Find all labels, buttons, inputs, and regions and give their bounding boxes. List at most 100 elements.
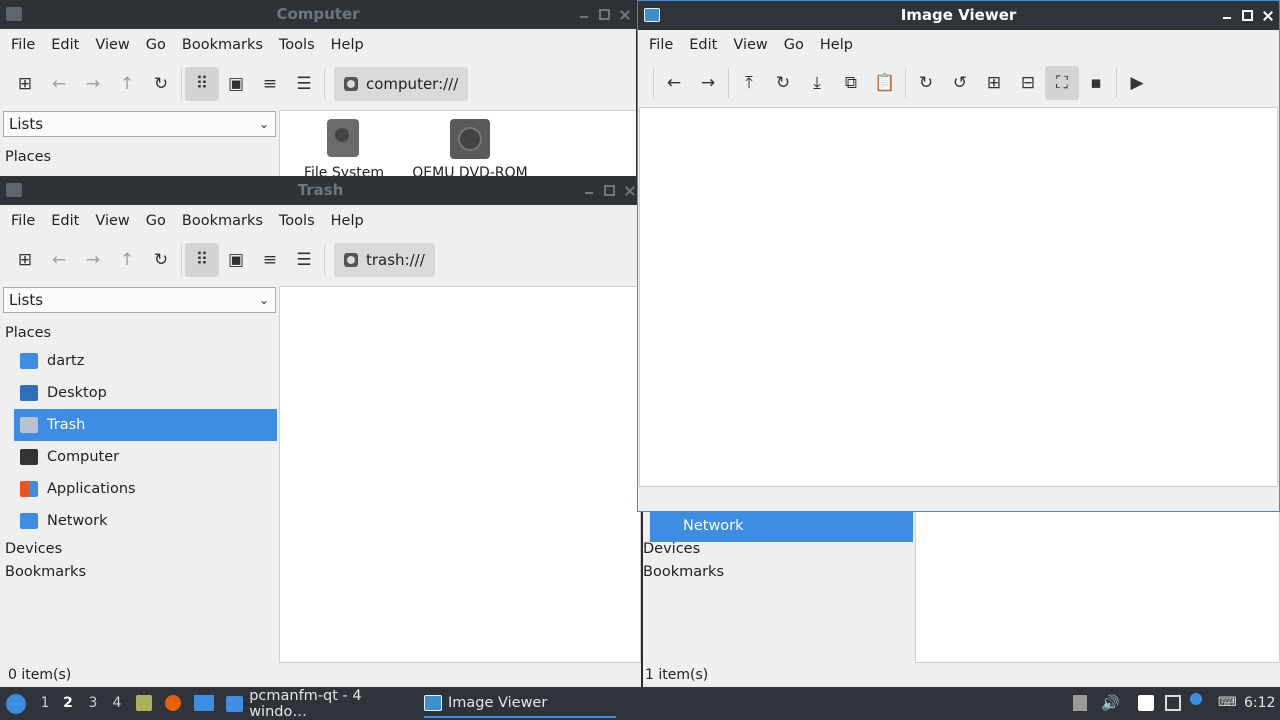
image-canvas[interactable] [639,107,1278,487]
side-pane-mode-select[interactable]: Lists ⌄ [3,111,276,137]
menu-edit[interactable]: Edit [43,206,87,236]
clock[interactable]: 6:12 [1244,687,1275,720]
detailed-view-icon[interactable]: ☰ [287,243,321,277]
workspace-4[interactable]: 4 [108,687,126,720]
notification-icon[interactable] [1190,693,1202,705]
dvd-rom-icon[interactable] [450,119,490,159]
dvd-rom-label[interactable]: QEMU DVD-ROM [400,165,540,176]
close-icon[interactable] [625,186,635,196]
path-button[interactable]: computer:/// [334,67,469,101]
file-manager-launcher-icon[interactable] [136,695,152,711]
detailed-view-icon[interactable]: ☰ [287,67,321,101]
compact-view-icon[interactable]: ≡ [253,67,287,101]
workspace-1[interactable]: 1 [36,687,54,720]
firefox-icon[interactable] [165,695,181,711]
minimize-icon[interactable] [1222,11,1232,21]
rotate-counterclockwise-icon[interactable]: ↺ [943,66,977,100]
new-tab-icon[interactable]: ⊞ [8,67,42,101]
computer-menubar: File Edit View Go Bookmarks Tools Help [0,30,636,60]
menu-file[interactable]: File [3,206,43,236]
sidebar-item-network[interactable]: Network [14,505,277,537]
sidebar-item-trash[interactable]: Trash [14,409,277,441]
sidebar-item-desktop[interactable]: Desktop [14,377,277,409]
keyboard-icon[interactable]: ⌨ [1218,695,1237,711]
sidebar-item-network[interactable]: Network [650,510,913,542]
close-icon[interactable] [1263,11,1273,21]
task-pcmanfm[interactable]: pcmanfm-qt - 4 windo… [226,688,416,720]
menu-bookmarks[interactable]: Bookmarks [174,206,271,236]
zoom-fit-icon[interactable]: ⛶ [1045,66,1079,100]
open-file-icon[interactable]: ⤒ [732,66,766,100]
forward-icon[interactable]: → [76,243,110,277]
menu-edit[interactable]: Edit [681,30,725,60]
workspace-3[interactable]: 3 [84,687,102,720]
menu-tools[interactable]: Tools [271,30,323,60]
forward-icon[interactable]: → [76,67,110,101]
computer-window: Computer File Edit View Go Bookmarks Too… [0,0,636,176]
save-icon[interactable]: ⤓ [800,66,834,100]
trash-titlebar[interactable]: Trash [0,176,641,205]
icon-view-icon[interactable]: ⠿ [185,243,219,277]
updates-icon[interactable] [1073,695,1087,711]
sidebar-item-dartz[interactable]: dartz [14,345,277,377]
volume-icon[interactable]: 🔊 [1101,695,1120,711]
clipboard-icon[interactable] [1138,695,1154,711]
thumbnail-view-icon[interactable]: ▣ [219,67,253,101]
menu-view[interactable]: View [725,30,775,60]
reload-icon[interactable]: ↻ [766,66,800,100]
show-desktop-icon[interactable] [194,695,214,711]
rotate-clockwise-icon[interactable]: ↻ [909,66,943,100]
menu-edit[interactable]: Edit [43,30,87,60]
image-viewer-titlebar[interactable]: Image Viewer [638,1,1279,30]
file-system-icon[interactable] [327,119,359,157]
sidebar-item-applications[interactable]: Applications [14,473,277,505]
up-icon[interactable]: ↑ [110,67,144,101]
task-image-viewer[interactable]: Image Viewer [424,689,616,718]
menu-go[interactable]: Go [776,30,812,60]
network-monitor-icon[interactable] [1165,695,1181,711]
compact-view-icon[interactable]: ≡ [253,243,287,277]
thumbnail-view-icon[interactable]: ▣ [219,243,253,277]
path-button[interactable]: trash:/// [334,243,435,277]
reload-icon[interactable]: ↻ [144,243,178,277]
drive-icon [344,77,358,91]
maximize-icon[interactable] [604,185,615,196]
up-icon[interactable]: ↑ [110,243,144,277]
computer-titlebar[interactable]: Computer [0,0,636,29]
paste-icon[interactable]: 📋 [868,66,902,100]
menu-help[interactable]: Help [323,30,372,60]
side-pane-mode-select[interactable]: Lists ⌄ [3,287,276,313]
sidebar-item-computer[interactable]: Computer [14,441,277,473]
trash-file-view[interactable] [279,286,641,663]
workspace-2[interactable]: 2 [59,687,77,720]
maximize-icon[interactable] [599,9,610,20]
menu-help[interactable]: Help [323,206,372,236]
new-tab-icon[interactable]: ⊞ [8,243,42,277]
menu-file[interactable]: File [641,30,681,60]
maximize-icon[interactable] [1242,10,1253,21]
close-icon[interactable] [620,10,630,20]
next-icon[interactable]: → [691,66,725,100]
menu-help[interactable]: Help [812,30,861,60]
menu-file[interactable]: File [3,30,43,60]
menu-tools[interactable]: Tools [271,206,323,236]
icon-view-icon[interactable]: ⠿ [185,67,219,101]
original-size-icon[interactable]: ▪ [1079,66,1113,100]
back-icon[interactable]: ← [42,67,76,101]
menu-view[interactable]: View [87,206,137,236]
start-menu-icon[interactable] [6,694,26,714]
previous-icon[interactable]: ← [657,66,691,100]
back-icon[interactable]: ← [42,243,76,277]
zoom-in-icon[interactable]: ⊞ [977,66,1011,100]
slideshow-icon[interactable]: ▶ [1120,66,1154,100]
copy-icon[interactable]: ⧉ [834,66,868,100]
menu-go[interactable]: Go [138,30,174,60]
minimize-icon[interactable] [579,10,589,20]
file-system-label[interactable]: File System [294,165,394,176]
zoom-out-icon[interactable]: ⊟ [1011,66,1045,100]
menu-view[interactable]: View [87,30,137,60]
menu-bookmarks[interactable]: Bookmarks [174,30,271,60]
reload-icon[interactable]: ↻ [144,67,178,101]
menu-go[interactable]: Go [138,206,174,236]
minimize-icon[interactable] [584,186,594,196]
